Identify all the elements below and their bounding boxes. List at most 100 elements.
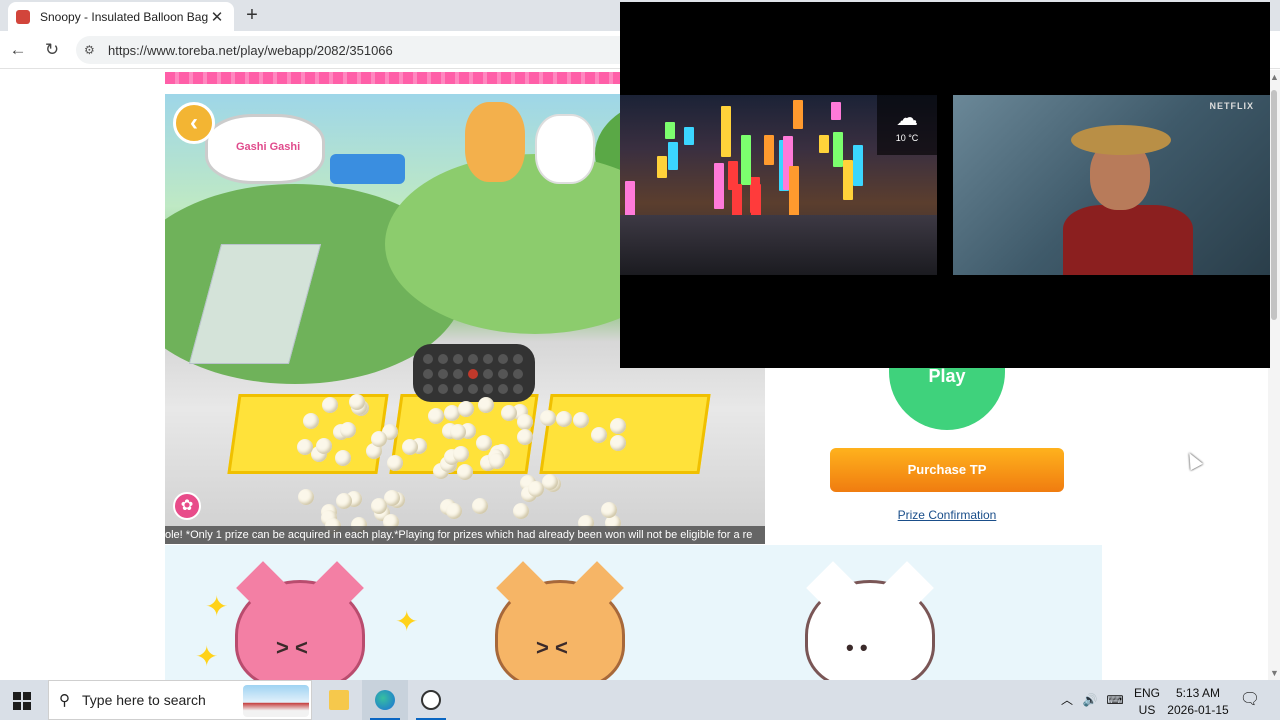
lang-top: ENG xyxy=(1133,686,1160,700)
prize-ball xyxy=(445,503,462,520)
orange-cat-illustration: > < xyxy=(495,561,625,680)
pink-cat-illustration: > < xyxy=(235,561,365,680)
site-info-icon[interactable]: ⚙ xyxy=(84,43,100,57)
neon-sign xyxy=(831,102,842,121)
prize-ball xyxy=(336,493,353,510)
prize-ball xyxy=(458,400,475,417)
weather-widget: ☁ 10 °C xyxy=(877,95,937,155)
top-decorative-bar xyxy=(165,72,621,84)
prize-ball xyxy=(516,429,533,446)
prize-ball xyxy=(456,464,473,481)
play-label: Play xyxy=(928,366,966,386)
prize-ball xyxy=(428,407,445,424)
url-text: https://www.toreba.net/play/webapp/2082/… xyxy=(108,42,393,58)
star-icon: ✦ xyxy=(205,591,229,622)
prize-tray xyxy=(539,394,711,474)
neon-sign xyxy=(793,99,804,130)
prize-ball xyxy=(488,452,505,469)
ticker-text: ole! *Only 1 prize can be acquired in ea… xyxy=(165,529,753,541)
prize-ball xyxy=(450,423,467,440)
prize-ball xyxy=(370,497,387,514)
scroll-down-icon[interactable]: ▼ xyxy=(1270,668,1279,678)
tab-title: Snoopy - Insulated Balloon Bag S xyxy=(40,9,208,24)
prize-ball xyxy=(541,474,558,491)
neon-sign xyxy=(664,122,675,139)
file-explorer-icon[interactable] xyxy=(316,680,362,720)
edge-browser-icon[interactable] xyxy=(362,680,408,720)
prize-ball xyxy=(477,397,494,413)
prize-ball xyxy=(472,497,489,514)
search-icon: ⚲ xyxy=(59,692,70,709)
back-icon[interactable]: ‹ xyxy=(173,102,215,144)
search-placeholder: Type here to search xyxy=(82,692,206,708)
prize-ball xyxy=(334,449,351,466)
machine-logo-text: Gashi Gashi xyxy=(236,141,301,153)
browser-tab[interactable]: Snoopy - Insulated Balloon Bag S ✕ xyxy=(8,2,234,31)
weather-temp: 10 °C xyxy=(895,133,919,143)
prize-ball xyxy=(512,502,529,519)
prize-ball xyxy=(555,411,572,428)
input-language[interactable]: ENG US xyxy=(1132,680,1162,720)
scroll-thumb[interactable] xyxy=(1271,90,1277,320)
notice-ticker: ole! *Only 1 prize can be acquired in ea… xyxy=(165,526,765,544)
volume-icon[interactable]: 🔊 xyxy=(1080,680,1100,720)
recording-app-icon[interactable] xyxy=(408,680,454,720)
prize-ball xyxy=(475,435,492,452)
play-panel: Play Purchase TP Prize Confirmation xyxy=(793,360,1103,545)
prize-ball xyxy=(590,427,607,444)
netflix-video[interactable]: NETFLIX xyxy=(953,95,1270,275)
prize-ball xyxy=(528,481,545,498)
reload-icon[interactable]: ↻ xyxy=(42,40,62,60)
star-icon: ✦ xyxy=(395,606,419,637)
character-banner: ✦ ✦ ✦ > < > < • • xyxy=(165,545,1102,680)
clock[interactable]: 5:13 AM 2026-01-15 xyxy=(1166,680,1230,720)
notifications-icon[interactable]: 🗨 xyxy=(1238,680,1262,720)
windows-start-icon[interactable] xyxy=(13,692,31,710)
prize-tag xyxy=(330,154,405,184)
taskbar-search-box[interactable]: ⚲ Type here to search xyxy=(48,680,312,720)
neon-sign xyxy=(832,132,843,168)
machine-logo-sign: Gashi Gashi xyxy=(205,114,325,184)
prize-ball xyxy=(321,396,338,413)
neon-sign xyxy=(721,105,732,157)
play-button[interactable]: Play xyxy=(889,360,1005,430)
prize-ball xyxy=(371,431,387,447)
prize-ball xyxy=(339,421,356,438)
purchase-tp-button[interactable]: Purchase TP xyxy=(830,448,1064,492)
clock-date: 2026-01-15 xyxy=(1167,703,1229,717)
city-street-video[interactable]: ☁ 10 °C xyxy=(620,95,937,275)
prize-ball xyxy=(452,445,469,462)
show-hidden-icons-icon[interactable]: ︿ xyxy=(1058,680,1076,720)
neon-sign xyxy=(713,162,724,209)
netflix-logo: NETFLIX xyxy=(1209,101,1254,111)
keyboard-icon[interactable]: ⌨ xyxy=(1104,680,1126,720)
neon-sign xyxy=(668,142,679,171)
neon-sign xyxy=(625,181,636,217)
back-arrow-icon[interactable]: ← xyxy=(8,40,28,60)
lang-bottom: US xyxy=(1138,703,1156,717)
neon-sign xyxy=(684,127,695,146)
prize-ball xyxy=(297,488,314,505)
settings-gear-icon[interactable]: ✿ xyxy=(173,492,201,520)
url-field[interactable]: ⚙ https://www.toreba.net/play/webapp/208… xyxy=(76,36,636,64)
prize-ball xyxy=(610,417,627,434)
new-tab-button[interactable]: + xyxy=(242,4,262,26)
prize-confirmation-link[interactable]: Prize Confirmation xyxy=(793,508,1101,522)
prize-ball xyxy=(600,501,617,518)
crowd-area xyxy=(620,215,937,275)
neon-sign xyxy=(764,134,775,165)
straw-hat xyxy=(1071,125,1171,155)
character-body xyxy=(1063,205,1193,275)
cat-illustration xyxy=(535,114,595,184)
neon-sign xyxy=(853,144,864,187)
scroll-up-icon[interactable]: ▲ xyxy=(1270,72,1279,82)
search-highlight-image xyxy=(243,685,309,717)
taskbar: ⚲ Type here to search ︿ 🔊 ⌨ ENG US 5:13 … xyxy=(0,680,1280,720)
prize-ball xyxy=(401,438,418,455)
prize-ball xyxy=(516,413,533,430)
star-icon: ✦ xyxy=(195,641,219,672)
neon-sign xyxy=(740,134,751,186)
close-tab-icon[interactable]: ✕ xyxy=(208,8,226,26)
white-cat-illustration: • • xyxy=(805,561,935,680)
clock-time: 5:13 AM xyxy=(1175,686,1221,700)
